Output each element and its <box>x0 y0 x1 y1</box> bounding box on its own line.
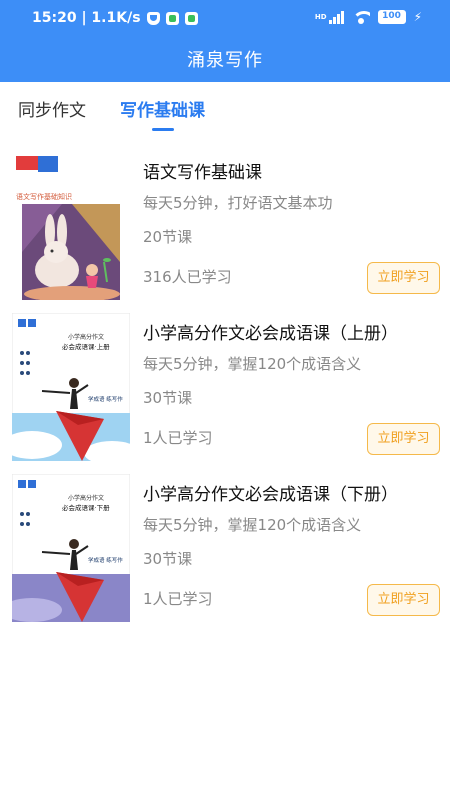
cover-subheading: 必会成语课·下册 <box>62 503 110 512</box>
charging-icon: ⚡ <box>413 10 422 24</box>
course-cover-image: 小学高分作文 必会成语课·下册 学成语 练写作 <box>12 474 130 622</box>
start-learning-button[interactable]: 立即学习 <box>367 423 440 455</box>
course-item[interactable]: 小学高分作文 必会成语课·下册 学成语 练写作 小学高分作文必会成语课（下册） … <box>0 474 450 634</box>
course-item[interactable]: 语文写作基础知识 语文写作基础课 每天5分钟，打好语文基本功 20节课 316人… <box>0 152 450 312</box>
course-learner-count: 1人已学习 <box>143 429 213 447</box>
course-learner-count: 316人已学习 <box>143 268 232 286</box>
page-title: 涌泉写作 <box>187 50 263 71</box>
course-title: 语文写作基础课 <box>143 163 262 183</box>
cover-tag: 学成语 练写作 <box>88 556 123 564</box>
status-time: 15:20 | 1.1K/s <box>32 10 141 26</box>
status-left: 15:20 | 1.1K/s <box>32 10 198 26</box>
course-title: 小学高分作文必会成语课（下册） <box>143 485 398 505</box>
wifi-icon <box>351 10 370 24</box>
cover-subheading: 必会成语课·上册 <box>62 342 110 351</box>
status-right: HD 100 ⚡ <box>315 10 422 24</box>
course-cover-image: 小学高分作文 必会成语课·上册 学成语 练写作 <box>12 313 130 461</box>
tab-sync-composition[interactable]: 同步作文 <box>18 96 86 121</box>
course-lesson-count: 30节课 <box>143 550 193 568</box>
active-tab-indicator <box>152 128 174 131</box>
app-header: 15:20 | 1.1K/s HD 100 ⚡ 涌泉写作 <box>0 0 450 82</box>
start-learning-button[interactable]: 立即学习 <box>367 584 440 616</box>
course-learner-count: 1人已学习 <box>143 590 213 608</box>
course-subtitle: 每天5分钟，掌握120个成语含义 <box>143 516 362 534</box>
signal-icon <box>328 10 344 24</box>
course-cover-image: 语文写作基础知识 <box>12 152 130 300</box>
cover-heading: 小学高分作文 <box>68 494 104 502</box>
status-bar: 15:20 | 1.1K/s HD 100 ⚡ <box>0 0 450 38</box>
tab-writing-basics[interactable]: 写作基础课 <box>120 96 205 121</box>
course-subtitle: 每天5分钟，打好语文基本功 <box>143 194 333 212</box>
cover-tag: 学成语 练写作 <box>88 395 123 403</box>
network-type-label: HD <box>314 13 327 21</box>
course-item[interactable]: 小学高分作文 必会成语课·上册 学成语 练写作 小学高分作文必会成语课（上册） … <box>0 313 450 473</box>
start-learning-button[interactable]: 立即学习 <box>367 262 440 294</box>
battery-icon: 100 <box>377 10 406 24</box>
course-title: 小学高分作文必会成语课（上册） <box>143 324 398 344</box>
course-subtitle: 每天5分钟，掌握120个成语含义 <box>143 355 362 373</box>
tab-bar: 同步作文 写作基础课 <box>0 82 450 134</box>
course-lesson-count: 20节课 <box>143 228 193 246</box>
course-lesson-count: 30节课 <box>143 389 193 407</box>
cover-heading: 小学高分作文 <box>68 333 104 341</box>
cover-caption: 语文写作基础知识 <box>16 192 72 201</box>
app-notification-icon <box>165 11 179 25</box>
shield-icon <box>146 11 160 25</box>
app-notification-icon-2 <box>184 11 198 25</box>
